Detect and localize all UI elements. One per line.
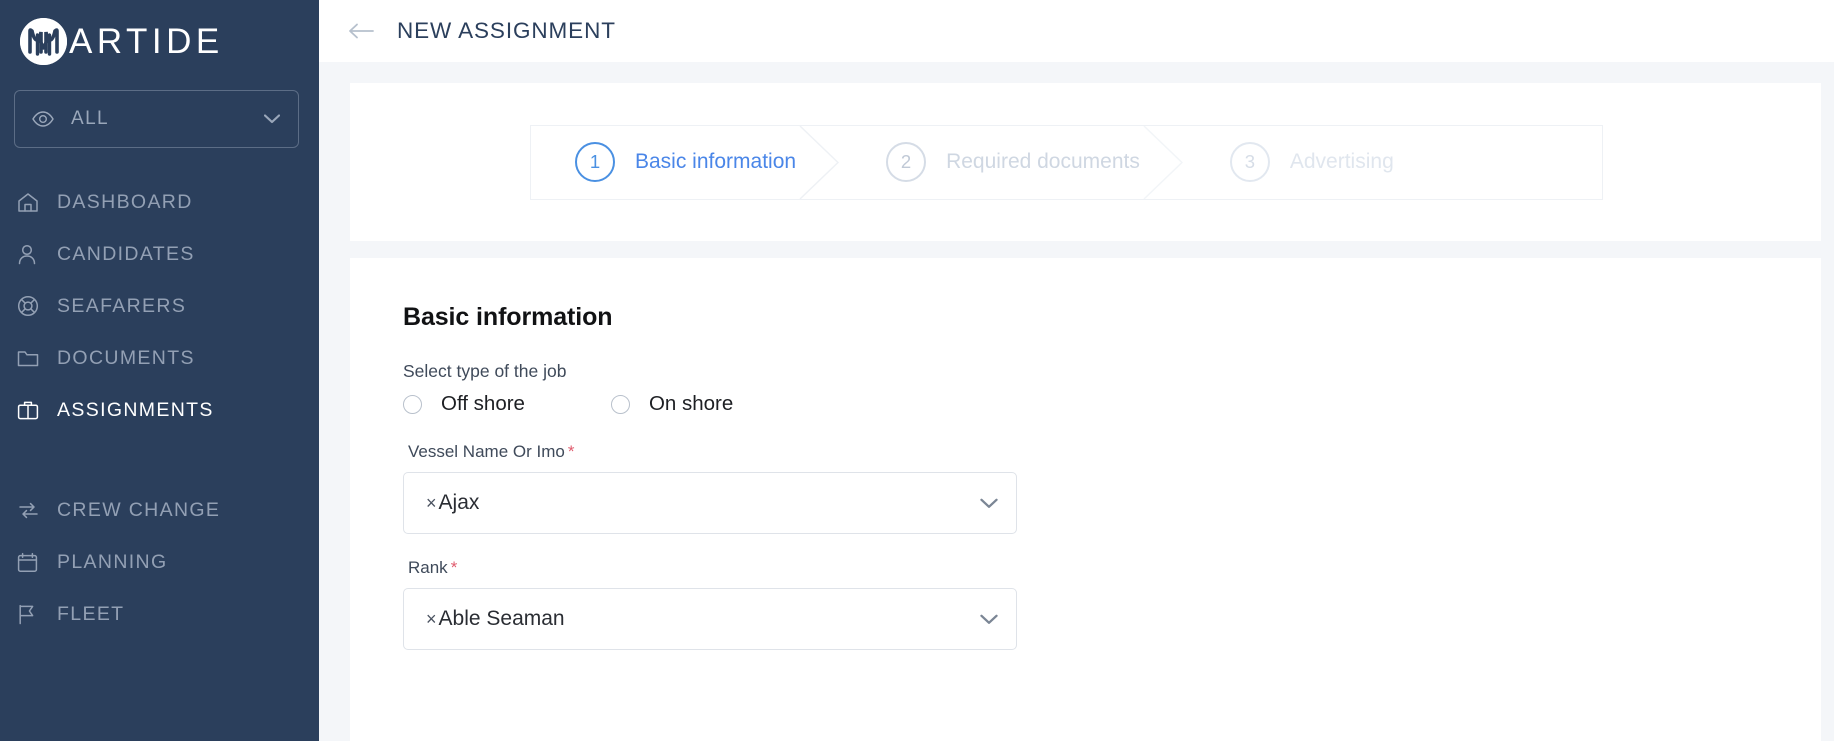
chevron-down-icon[interactable] xyxy=(980,614,998,625)
step-chevron-separator-icon xyxy=(1140,125,1186,199)
sidebar-divider-gap xyxy=(0,436,319,484)
radio-label: Off shore xyxy=(441,392,525,415)
sidebar-item-candidates[interactable]: CANDIDATES xyxy=(0,228,319,280)
step-number: 1 xyxy=(575,142,615,182)
brand-logo-area[interactable]: ARTIDE xyxy=(0,0,319,66)
sidebar-item-fleet[interactable]: FLEET xyxy=(0,588,319,640)
remove-tag-icon[interactable]: × xyxy=(426,609,437,630)
step-number: 2 xyxy=(886,142,927,182)
sidebar-item-label: FLEET xyxy=(57,602,125,625)
person-icon xyxy=(17,244,41,265)
rank-field-label: Rank * xyxy=(408,558,1821,578)
chevron-down-icon[interactable] xyxy=(980,498,998,509)
step-number: 3 xyxy=(1229,142,1270,182)
step-chevron-separator-icon xyxy=(796,125,842,199)
step-advertising[interactable]: 3 Advertising xyxy=(1186,126,1394,199)
vessel-field-label: Vessel Name Or Imo * xyxy=(408,442,1821,462)
step-label: Required documents xyxy=(946,150,1140,173)
job-type-label: Select type of the job xyxy=(403,361,567,381)
step-label: Advertising xyxy=(1289,150,1394,173)
vessel-select-value: × Ajax xyxy=(426,491,980,515)
stepper-card: 1 Basic information 2 Required documents xyxy=(350,83,1821,241)
swap-arrows-icon xyxy=(17,501,41,520)
sidebar-item-label: ASSIGNMENTS xyxy=(57,398,214,421)
radio-off-shore[interactable]: Off shore xyxy=(403,392,525,416)
main-area: NEW ASSIGNMENT 1 Basic information 2 Req… xyxy=(319,0,1834,741)
sidebar-item-planning[interactable]: PLANNING xyxy=(0,536,319,588)
form-heading: Basic information xyxy=(403,303,613,331)
sidebar-item-label: SEAFARERS xyxy=(57,294,187,317)
form-inner: Basic information Select type of the job… xyxy=(350,258,1821,650)
vessel-select[interactable]: × Ajax xyxy=(403,472,1017,534)
vessel-value-text: Ajax xyxy=(438,491,480,514)
sidebar-item-label: DASHBOARD xyxy=(57,190,193,213)
sidebar-item-assignments[interactable]: ASSIGNMENTS xyxy=(0,384,319,436)
sidebar-item-label: CANDIDATES xyxy=(57,242,195,265)
vessel-label-text: Vessel Name Or Imo xyxy=(408,442,565,461)
rank-select[interactable]: × Able Seaman xyxy=(403,588,1017,650)
radio-circle-icon xyxy=(403,394,422,414)
job-type-radio-group: Off shore On shore xyxy=(403,392,1821,416)
top-bar: NEW ASSIGNMENT xyxy=(319,0,1834,62)
stepper: 1 Basic information 2 Required documents xyxy=(530,124,1603,200)
home-icon xyxy=(17,192,41,213)
sidebar-item-dashboard[interactable]: DASHBOARD xyxy=(0,176,319,228)
step-basic-information[interactable]: 1 Basic information xyxy=(531,126,796,199)
page-title: NEW ASSIGNMENT xyxy=(397,17,616,43)
sidebar: ARTIDE ALL DASHBOARD CANDIDATES SEAFARER… xyxy=(0,0,319,741)
sidebar-item-label: CREW CHANGE xyxy=(57,498,221,521)
rank-select-value: × Able Seaman xyxy=(426,607,980,631)
chevron-down-icon xyxy=(264,114,280,124)
sidebar-item-label: PLANNING xyxy=(57,550,168,573)
eye-icon xyxy=(32,111,54,127)
radio-on-shore[interactable]: On shore xyxy=(610,392,734,416)
step-label: Basic information xyxy=(635,150,797,173)
calendar-icon xyxy=(17,552,41,573)
flag-icon xyxy=(17,604,41,625)
remove-tag-icon[interactable]: × xyxy=(426,493,437,514)
radio-label: On shore xyxy=(648,392,734,415)
vessel-field: Vessel Name Or Imo * × Ajax xyxy=(403,442,1821,534)
brand-name: ARTIDE xyxy=(69,21,224,61)
sidebar-nav: DASHBOARD CANDIDATES SEAFARERS DOCUMENTS… xyxy=(0,176,319,640)
required-asterisk: * xyxy=(450,558,458,577)
app-root: ARTIDE ALL DASHBOARD CANDIDATES SEAFARER… xyxy=(0,0,1834,741)
scope-filter-label: ALL xyxy=(71,108,110,129)
lifebuoy-icon xyxy=(17,295,41,317)
radio-circle-icon xyxy=(610,394,630,414)
sidebar-item-seafarers[interactable]: SEAFARERS xyxy=(0,280,319,332)
sidebar-item-crew-change[interactable]: CREW CHANGE xyxy=(0,484,319,536)
sidebar-item-documents[interactable]: DOCUMENTS xyxy=(0,332,319,384)
basic-information-card: Basic information Select type of the job… xyxy=(350,258,1821,741)
arrow-left-icon[interactable] xyxy=(348,18,374,44)
folder-icon xyxy=(17,349,41,368)
rank-label-text: Rank xyxy=(408,558,448,577)
scope-filter-select[interactable]: ALL xyxy=(14,90,299,148)
rank-field: Rank * × Able Seaman xyxy=(403,558,1821,650)
rank-value-text: Able Seaman xyxy=(438,607,565,630)
content-scroll: 1 Basic information 2 Required documents xyxy=(319,62,1834,741)
briefcase-icon xyxy=(17,400,41,421)
required-asterisk: * xyxy=(567,442,575,461)
step-required-documents[interactable]: 2 Required documents xyxy=(842,126,1140,199)
sidebar-item-label: DOCUMENTS xyxy=(57,346,195,369)
